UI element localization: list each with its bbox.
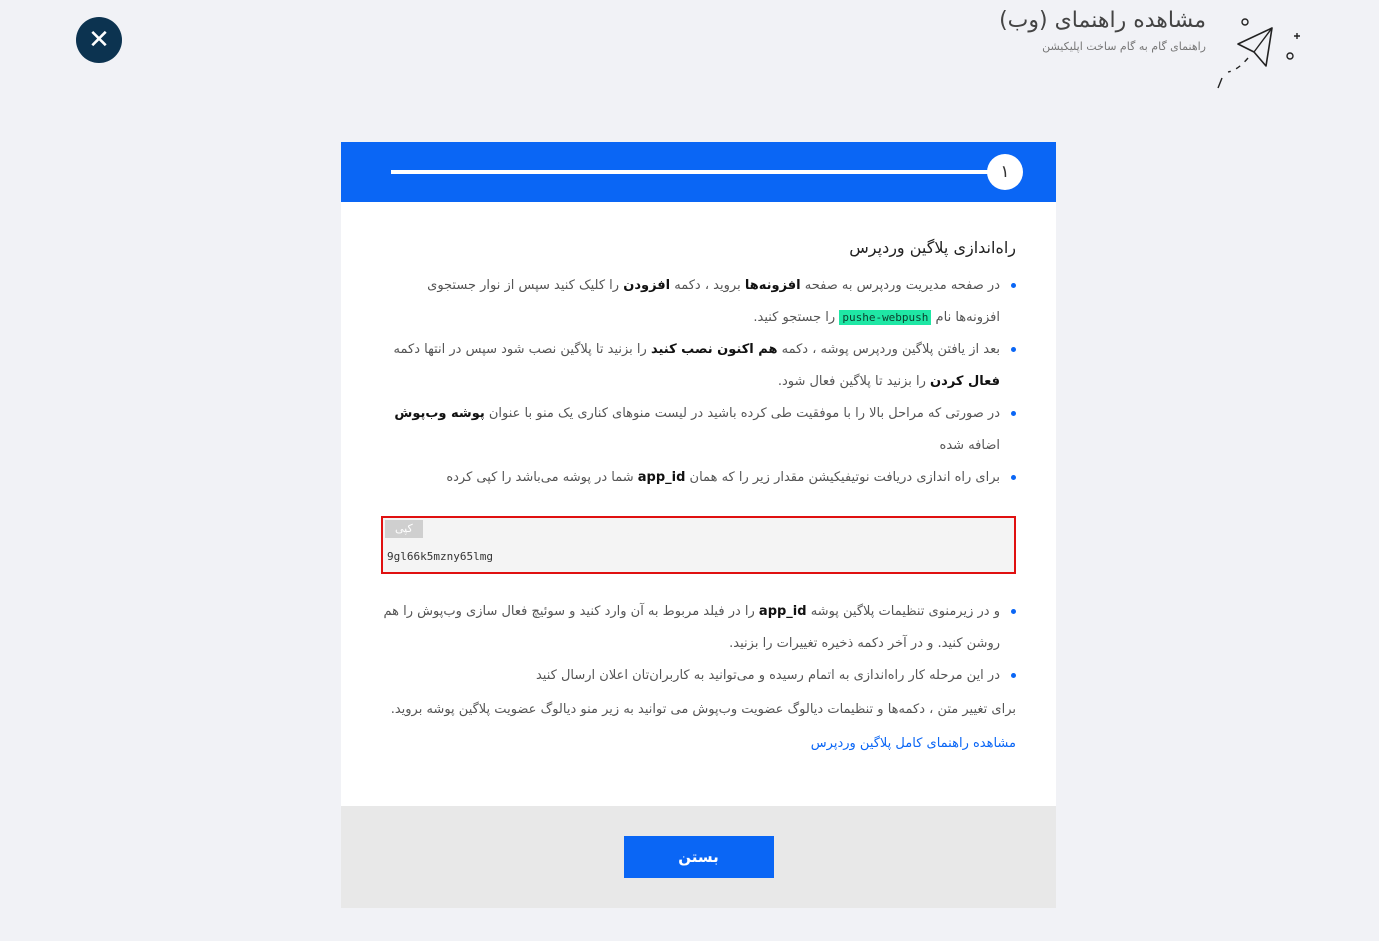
full-guide-link[interactable]: مشاهده راهنمای کامل پلاگین وردپرس (381, 730, 1016, 758)
item-text: را بزنید تا پلاگین نصب شود سپس در انتها … (393, 342, 651, 357)
item-bold: افزونه‌ها (744, 278, 801, 293)
item-text: بعد از یافتن پلاگین وردپرس پوشه ، دکمه (777, 342, 1000, 357)
paper-plane-icon (1217, 18, 1300, 89)
item-text: را بزنید تا پلاگین فعال شود. (777, 374, 931, 389)
item-text: در این مرحله کار راه‌اندازی به اتمام رسی… (535, 668, 1000, 683)
item-bold: app_id (637, 470, 686, 485)
page-title: مشاهده راهنمای (وب) (999, 8, 1206, 33)
item-text: بروید ، دکمه (670, 278, 745, 293)
list-item: در صفحه مدیریت وردپرس به صفحه افزونه‌ها … (381, 270, 1016, 334)
progress-step-1: ۱ (987, 154, 1023, 190)
list-item: در صورتی که مراحل بالا را با موفقیت طی ک… (381, 398, 1016, 462)
list-item: بعد از یافتن پلاگین وردپرس پوشه ، دکمه ه… (381, 334, 1016, 398)
plugin-name-badge: pushe-webpush (839, 310, 932, 325)
progress-bar: ۱ (341, 142, 1056, 202)
steps-list-2: و در زیرمنوی تنظیمات پلاگین پوشه app_id … (381, 596, 1016, 692)
list-item: در این مرحله کار راه‌اندازی به اتمام رسی… (381, 660, 1016, 692)
item-text: شما در پوشه می‌باشد را کپی کرده (446, 470, 638, 485)
guide-card: ۱ راه‌اندازی پلاگین وردپرس در صفحه مدیری… (341, 142, 1056, 908)
close-button[interactable]: ✕ (76, 17, 122, 63)
progress-line (391, 170, 1001, 174)
page-header: مشاهده راهنمای (وب) راهنمای گام به گام س… (999, 6, 1206, 53)
item-text: برای راه اندازی دریافت نوتیفیکیشن مقدار … (685, 470, 1000, 485)
section-title: راه‌اندازی پلاگین وردپرس (849, 238, 1016, 257)
app-id-value[interactable]: 9gl66k5mzny65lmg (387, 550, 493, 564)
close-icon: ✕ (88, 25, 110, 55)
item-bold: پوشه وب‌پوش (394, 406, 485, 421)
item-text: اضافه شده (939, 438, 1000, 453)
item-text: در صفحه مدیریت وردپرس به صفحه (800, 278, 1000, 293)
list-item: برای راه اندازی دریافت نوتیفیکیشن مقدار … (381, 462, 1016, 494)
item-bold: app_id (758, 604, 807, 619)
page-subtitle: راهنمای گام به گام ساخت اپلیکیشن (1042, 40, 1206, 53)
steps-list: در صفحه مدیریت وردپرس به صفحه افزونه‌ها … (381, 270, 1016, 494)
app-id-code-box: کپی 9gl66k5mzny65lmg (381, 516, 1016, 574)
item-text: را جستجو کنید. (753, 310, 840, 325)
guide-content: راه‌اندازی پلاگین وردپرس در صفحه مدیریت … (341, 202, 1056, 758)
item-bold: افزودن (623, 278, 671, 293)
close-dialog-button[interactable]: بستن (623, 836, 774, 878)
item-text: و در زیرمنوی تنظیمات پلاگین پوشه (806, 604, 1000, 619)
item-bold: هم اکنون نصب کنید (650, 342, 778, 357)
item-text: در صورتی که مراحل بالا را با موفقیت طی ک… (484, 406, 1000, 421)
copy-button[interactable]: کپی (385, 520, 423, 538)
list-item: و در زیرمنوی تنظیمات پلاگین پوشه app_id … (381, 596, 1016, 660)
item-bold: فعال کردن (930, 374, 1000, 389)
card-footer: بستن (341, 806, 1056, 908)
settings-note: برای تغییر متن ، دکمه‌ها و تنظیمات دیالو… (390, 702, 1016, 717)
